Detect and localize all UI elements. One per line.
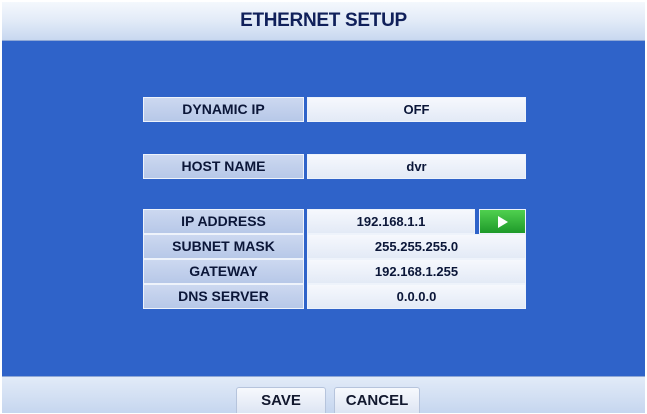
save-button[interactable]: SAVE	[236, 387, 326, 413]
subnet-mask-label: SUBNET MASK	[143, 234, 304, 259]
host-name-label: HOST NAME	[143, 154, 304, 179]
gateway-row: GATEWAY 192.168.1.255	[143, 259, 526, 284]
gateway-field[interactable]: 192.168.1.255	[307, 259, 526, 284]
subnet-mask-row: SUBNET MASK 255.255.255.0	[143, 234, 526, 259]
ip-address-label: IP ADDRESS	[143, 209, 304, 234]
dynamic-ip-row: DYNAMIC IP OFF	[143, 97, 526, 122]
cancel-button[interactable]: CANCEL	[334, 387, 420, 413]
dynamic-ip-value[interactable]: OFF	[307, 97, 526, 122]
dns-server-row: DNS SERVER 0.0.0.0	[143, 284, 526, 309]
ip-address-arrow-button[interactable]	[479, 209, 526, 234]
dns-server-field[interactable]: 0.0.0.0	[307, 284, 526, 309]
dynamic-ip-label: DYNAMIC IP	[143, 97, 304, 122]
gateway-label: GATEWAY	[143, 259, 304, 284]
play-arrow-icon	[498, 216, 508, 228]
dialog-title: ETHERNET SETUP	[240, 10, 407, 31]
ip-address-row: IP ADDRESS 192.168.1.1	[143, 209, 526, 234]
host-name-field[interactable]: dvr	[307, 154, 526, 179]
host-name-row: HOST NAME dvr	[143, 154, 526, 179]
button-bar: SAVE CANCEL	[2, 376, 645, 413]
ip-address-field[interactable]: 192.168.1.1	[307, 209, 475, 234]
title-bar: ETHERNET SETUP	[2, 2, 645, 41]
subnet-mask-field[interactable]: 255.255.255.0	[307, 234, 526, 259]
dns-server-label: DNS SERVER	[143, 284, 304, 309]
ethernet-setup-dialog: ETHERNET SETUP DYNAMIC IP OFF HOST NAME …	[2, 2, 645, 413]
